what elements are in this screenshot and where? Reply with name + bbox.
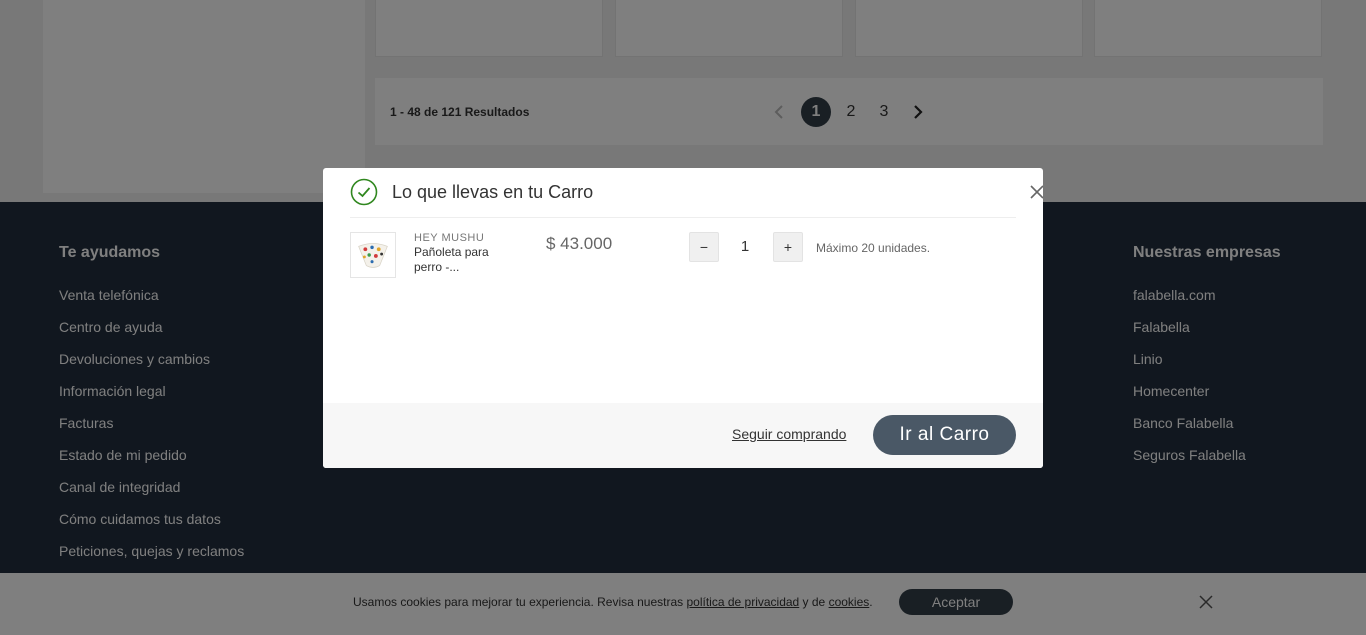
cart-item: HEY MUSHU Pañoleta para perro -... $ 43.…: [350, 232, 1016, 292]
modal-title: Lo que llevas en tu Carro: [392, 182, 594, 202]
modal-header: Lo que llevas en tu Carro: [350, 168, 1043, 218]
keep-shopping-link[interactable]: Seguir comprando: [732, 426, 846, 442]
check-circle-icon: [350, 178, 378, 206]
increase-quantity-button[interactable]: +: [773, 232, 803, 262]
product-brand: HEY MUSHU: [414, 232, 485, 244]
decrease-quantity-button[interactable]: −: [689, 232, 719, 262]
quantity-value: 1: [740, 238, 750, 255]
add-to-cart-modal: Lo que llevas en tu Carro HEY MUSHU Paño…: [323, 168, 1043, 468]
product-thumbnail[interactable]: [350, 232, 396, 278]
close-icon[interactable]: [1029, 184, 1043, 200]
modal-footer: Seguir comprando Ir al Carro: [323, 403, 1043, 468]
max-units-note: Máximo 20 unidades.: [816, 241, 931, 255]
go-to-cart-button[interactable]: Ir al Carro: [873, 415, 1016, 455]
product-name[interactable]: Pañoleta para perro -...: [414, 245, 514, 275]
product-price: $ 43.000: [546, 234, 613, 253]
